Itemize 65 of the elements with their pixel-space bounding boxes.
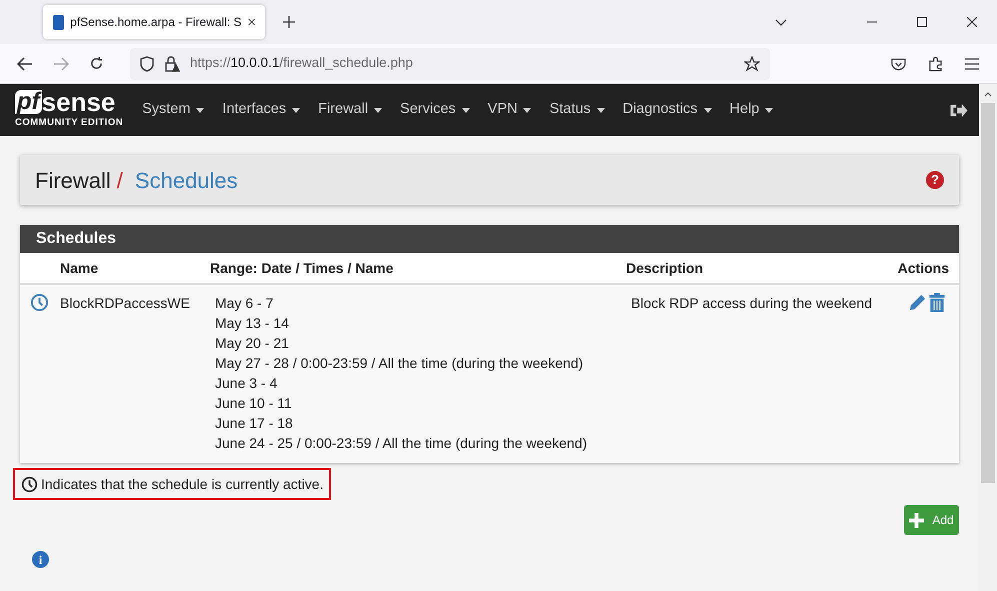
nav-menu[interactable]: VPN — [488, 99, 532, 121]
trash-icon[interactable] — [929, 293, 945, 312]
column-header: Actions — [898, 258, 949, 278]
pfsense-logo[interactable]: pfsense COMMUNITY EDITION — [15, 90, 124, 130]
pocket-icon[interactable] — [891, 56, 906, 70]
table-cell-text: BlockRDPaccessWE — [60, 294, 191, 313]
caret-icon — [765, 108, 774, 112]
scroll-up-icon[interactable] — [984, 92, 992, 97]
menu-icon[interactable] — [965, 58, 979, 70]
nav-menu[interactable]: Firewall — [318, 99, 382, 121]
range-text: May 13 - 14 — [215, 314, 290, 333]
range-text: June 10 - 11 — [215, 394, 293, 413]
tab-title: pfSense.home.arpa - Firewall: S — [70, 14, 242, 31]
caret-icon — [292, 108, 300, 112]
help-icon[interactable]: ? — [926, 171, 944, 189]
clock-icon — [30, 293, 49, 312]
address-bar[interactable]: https://10.0.0.1/firewall_schedule.php — [130, 48, 770, 80]
logout-icon[interactable] — [950, 102, 968, 118]
shield-icon — [140, 56, 154, 72]
range-text: May 20 - 21 — [215, 334, 290, 353]
clock-icon — [21, 476, 38, 492]
range-text: May 6 - 7 — [215, 294, 274, 313]
pencil-icon[interactable] — [908, 293, 927, 312]
puzzle-icon[interactable] — [928, 56, 943, 72]
caret-icon — [523, 108, 532, 112]
legend-text: Indicates that the schedule is currently active. — [41, 474, 324, 494]
column-header: Range: Date / Times / Name — [210, 258, 394, 278]
nav-menu[interactable]: Interfaces — [222, 99, 300, 121]
lock-warning-icon — [164, 56, 180, 72]
range-text: June 24 - 25 / 0:00-23:59 / All the time (during the weekend) — [215, 434, 588, 453]
maximize-icon[interactable] — [917, 17, 927, 27]
nav-menu[interactable]: Diagnostics — [622, 99, 712, 121]
back-arrow-icon[interactable] — [17, 56, 33, 70]
info-icon[interactable]: i — [32, 551, 49, 568]
scrollbar-thumb[interactable] — [981, 103, 995, 483]
nav-menu[interactable]: System — [142, 99, 204, 121]
nav-menu[interactable]: Status — [549, 99, 605, 121]
column-header: Description — [626, 258, 704, 278]
new-tab-icon[interactable] — [283, 16, 295, 28]
caret-icon — [196, 108, 204, 112]
reload-icon[interactable] — [89, 56, 104, 71]
nav-menu[interactable]: Services — [400, 99, 470, 121]
caret-icon — [596, 108, 605, 112]
star-icon[interactable] — [744, 56, 760, 72]
caret-icon — [704, 108, 712, 112]
minimize-icon[interactable] — [867, 21, 877, 23]
table-cell-text: Block RDP access during the weekend — [631, 294, 873, 313]
caret-icon — [462, 108, 470, 112]
range-text: June 17 - 18 — [215, 414, 294, 433]
range-text: June 3 - 4 — [215, 374, 278, 393]
browser-tab[interactable]: pfSense.home.arpa - Firewall: S — [43, 5, 265, 39]
breadcrumb-separator: / — [116, 166, 123, 194]
range-text: May 27 - 28 / 0:00-23:59 / All the time (during the weekend) — [215, 354, 584, 373]
close-icon[interactable] — [248, 17, 255, 27]
nav-menu[interactable]: Help — [730, 99, 774, 121]
close-icon[interactable] — [967, 17, 977, 27]
panel-heading: Schedules — [20, 225, 959, 253]
add-button[interactable]: Add — [904, 505, 959, 535]
column-header: Name — [60, 258, 100, 278]
chevron-down-icon[interactable] — [775, 18, 787, 26]
breadcrumb-parent[interactable]: Firewall — [35, 164, 111, 196]
favicon-icon — [53, 14, 64, 30]
url-text: https://10.0.0.1/firewall_schedule.php — [190, 54, 414, 72]
plus-icon — [909, 512, 924, 528]
caret-icon — [374, 108, 382, 112]
